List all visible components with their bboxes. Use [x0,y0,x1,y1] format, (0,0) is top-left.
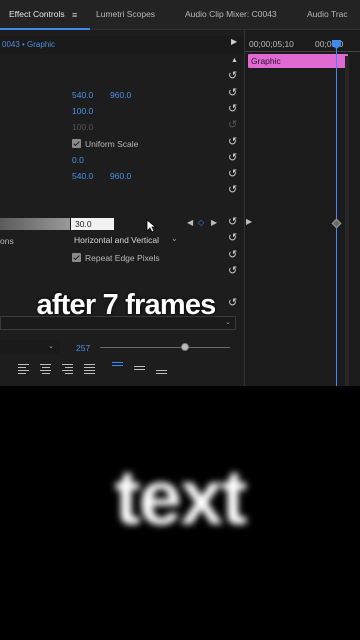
scale-reset-icon[interactable]: ↺ [228,102,237,115]
reset-icon[interactable]: ↺ [228,69,237,82]
clip-header-row: 0043 • Graphic ▶ [0,36,244,54]
scale-width-value: 100.0 [72,122,94,132]
anchor-x-value[interactable]: 540.0 [72,171,93,181]
uniform-scale-checkbox[interactable] [72,139,81,148]
position-reset-icon[interactable]: ↺ [228,86,237,99]
blur-dimensions-reset-icon[interactable]: ↺ [228,231,237,244]
blurred-preview-text: text [114,453,248,541]
collapse-up-icon[interactable]: ▲ [231,57,238,64]
align-bottom-icon[interactable] [156,370,167,380]
tab-effect-controls[interactable]: Effect Controls [9,9,65,19]
font-size-value[interactable]: 257 [76,343,90,353]
effect-timeline[interactable]: 00;00;05;10 00;00;0 Graphic ▶ [244,30,360,386]
align-right-icon[interactable] [62,364,73,374]
repeat-edge-checkbox[interactable] [72,253,81,262]
blurriness-input[interactable]: 30.0 [71,218,114,230]
effect-controls-panel: Effect Controls ≡ Lumetri Scopes Audio C… [0,0,360,386]
video-caption: after 7 frames [36,289,216,321]
font-size-slider-track[interactable] [100,347,230,348]
position-x-value[interactable]: 540.0 [72,90,93,100]
add-keyframe-icon[interactable]: ◇ [198,218,204,227]
anchor-reset-icon[interactable]: ↺ [228,167,237,180]
scale-value[interactable]: 100.0 [72,106,93,116]
uniform-scale-reset-icon[interactable]: ↺ [228,135,237,148]
scale-width-reset-icon: ↺ [228,119,238,131]
align-top-icon[interactable] [112,362,123,372]
chevron-down-icon[interactable]: ⌄ [171,234,178,243]
panel-tab-bar: Effect Controls ≡ Lumetri Scopes Audio C… [0,0,360,30]
clip-name-link[interactable]: 0043 • Graphic [2,40,55,49]
reset-icon[interactable]: ↺ [228,183,237,196]
previous-keyframe-icon[interactable]: ◀ [187,218,193,227]
timeline-ruler [245,51,360,52]
blur-dimensions-label: ons [0,236,14,246]
keyframe-diamond-icon[interactable] [331,218,342,229]
repeat-edge-label: Repeat Edge Pixels [85,253,160,263]
vertical-scrollbar[interactable] [345,56,349,386]
tab-audio-clip-mixer[interactable]: Audio Clip Mixer: C0043 [185,9,277,19]
active-tab-indicator [0,28,90,30]
font-size-slider-handle[interactable] [181,343,189,351]
uniform-scale-label: Uniform Scale [85,139,139,149]
align-center-icon[interactable] [40,364,51,374]
align-middle-icon[interactable] [134,366,145,376]
show-timeline-play-icon[interactable]: ▶ [231,37,237,46]
rotation-reset-icon[interactable]: ↺ [228,151,237,164]
keyframe-left-arrow-icon: ▶ [246,217,253,226]
repeat-edge-reset-icon[interactable]: ↺ [228,248,237,261]
reset-icon[interactable]: ↺ [228,264,237,277]
anchor-y-value[interactable]: 960.0 [110,171,131,181]
justify-icon[interactable] [84,364,95,374]
clip-bar-label: Graphic [251,56,281,66]
blurriness-reset-icon[interactable]: ↺ [228,215,237,228]
tab-lumetri-scopes[interactable]: Lumetri Scopes [96,9,155,19]
blurriness-highlight-bar [0,218,70,230]
font-style-dropdown[interactable]: ⌄ [0,340,60,354]
chevron-down-icon: ⌄ [48,343,54,350]
timecode-start: 00;00;05;10 [249,39,294,49]
mouse-pointer-icon [146,219,156,233]
blurriness-value: 30.0 [75,219,92,229]
position-y-value[interactable]: 960.0 [110,90,131,100]
playhead-line[interactable] [336,40,337,386]
graphic-clip-bar[interactable]: Graphic [248,54,348,68]
rotation-value[interactable]: 0.0 [72,155,84,165]
blur-dimensions-select[interactable]: Horizontal and Vertical [74,235,159,245]
panel-menu-icon[interactable]: ≡ [72,10,77,20]
tab-audio-track[interactable]: Audio Trac [307,9,348,19]
align-left-icon[interactable] [18,364,29,374]
program-preview: text [0,386,360,640]
next-keyframe-icon[interactable]: ▶ [211,218,217,227]
